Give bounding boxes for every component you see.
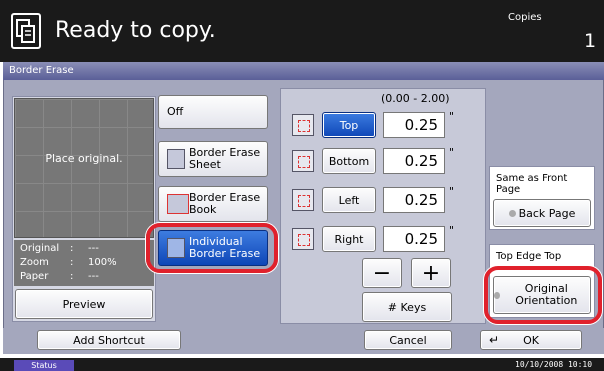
edge-bottom-button[interactable]: Bottom xyxy=(322,148,376,174)
back-page-button[interactable]: Back Page xyxy=(493,199,591,227)
highlight-ring xyxy=(146,223,278,273)
right-value-field[interactable]: 0.25 xyxy=(383,226,445,252)
mode-sheet-label: Border Erase Sheet xyxy=(189,146,261,171)
copies-count: 1 xyxy=(584,30,597,52)
edge-right-button[interactable]: Right xyxy=(322,226,376,252)
top-value-field[interactable]: 0.25 xyxy=(383,112,445,138)
mode-sheet-button[interactable]: Border Erase Sheet xyxy=(158,141,268,177)
cancel-button[interactable]: Cancel xyxy=(364,330,452,350)
top-edge-icon xyxy=(292,114,314,136)
minus-button[interactable]: − xyxy=(362,258,402,288)
bottom-value-field[interactable]: 0.25 xyxy=(383,148,445,174)
range-label: (0.00 - 2.00) xyxy=(381,92,450,105)
panel-title: Border Erase xyxy=(3,62,604,80)
preview-info: Original: --- Zoom:100% Paper: --- xyxy=(14,240,154,286)
page-title: Ready to copy. xyxy=(55,18,216,43)
date-time: 10/10/2008 10:10 xyxy=(515,360,593,369)
mode-book-label: Border Erase Book xyxy=(189,191,261,216)
copies-label: Copies xyxy=(508,12,542,23)
unit-mark: " xyxy=(449,185,455,198)
place-original-text: Place original. xyxy=(45,151,123,165)
unit-mark: " xyxy=(449,110,455,123)
back-page-status-text: Same as Front Page xyxy=(496,173,568,195)
bottom-edge-icon xyxy=(292,150,314,172)
sheet-erase-icon xyxy=(167,149,185,169)
add-shortcut-button[interactable]: Add Shortcut xyxy=(37,330,181,350)
preview-button[interactable]: Preview xyxy=(15,289,153,319)
mode-off-button[interactable]: Off xyxy=(158,95,268,129)
status-tab[interactable]: Status xyxy=(14,360,74,371)
status-bar xyxy=(0,358,604,371)
left-edge-icon xyxy=(292,189,314,211)
orientation-status-text: Top Edge Top xyxy=(496,251,562,262)
info-row-zoom: Zoom:100% xyxy=(20,257,117,268)
highlight-ring xyxy=(484,266,602,324)
edge-top-button[interactable]: Top xyxy=(322,112,376,138)
ok-button[interactable]: ↵ OK xyxy=(480,330,582,350)
enter-icon: ↵ xyxy=(489,333,500,347)
info-row-paper: Paper: --- xyxy=(20,271,99,282)
number-keys-button[interactable]: # Keys xyxy=(362,292,452,322)
left-value-field[interactable]: 0.25 xyxy=(383,187,445,213)
radio-dot-icon xyxy=(508,209,516,217)
mode-off-label: Off xyxy=(167,105,184,118)
book-erase-icon xyxy=(167,194,189,214)
mode-book-button[interactable]: Border Erase Book xyxy=(158,186,268,222)
plus-button[interactable]: + xyxy=(411,258,451,288)
info-row-original: Original: --- xyxy=(20,243,99,254)
copy-document-icon xyxy=(11,13,41,49)
right-edge-icon xyxy=(292,228,314,250)
unit-mark: " xyxy=(449,146,455,159)
edge-left-button[interactable]: Left xyxy=(322,187,376,213)
unit-mark: " xyxy=(449,224,455,237)
